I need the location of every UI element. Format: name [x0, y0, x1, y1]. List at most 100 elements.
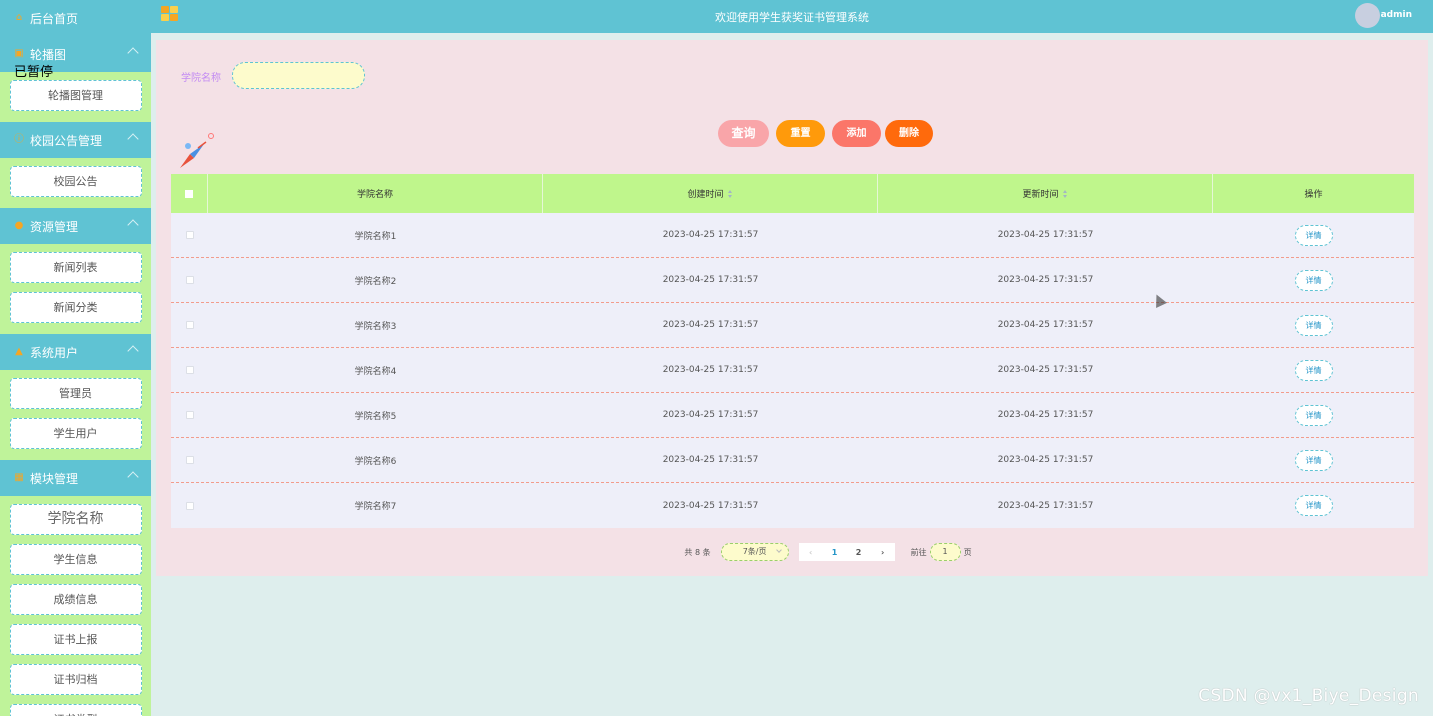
chevron-up-icon[interactable]	[127, 133, 139, 145]
select-all-checkbox[interactable]	[185, 189, 193, 198]
table-row: 学院名称3 2023-04-25 17:31:57 2023-04-25 17:31…	[171, 303, 1414, 348]
table-header: 学院名称 创建时间 更新时间 操作	[171, 174, 1414, 213]
sidebar-group-1[interactable]: ⓘ 校园公告管理	[0, 122, 151, 158]
cell-actions: 详情	[1213, 258, 1414, 302]
watermark: CSDN @vx1_Biye_Design	[1198, 686, 1419, 706]
cell-updated: 2023-04-25 17:31:57	[997, 320, 1094, 330]
sidebar-item[interactable]: 新闻分类	[9, 292, 142, 323]
add-button[interactable]: 添加	[832, 120, 881, 147]
sidebar-submenu: 新闻列表 新闻分类	[0, 244, 151, 334]
row-checkbox[interactable]	[185, 321, 194, 329]
row-checkbox[interactable]	[185, 456, 194, 464]
cell-actions: 详情	[1213, 303, 1414, 347]
column-header-actions: 操作	[1304, 190, 1323, 200]
row-select-cell	[171, 213, 208, 257]
chevron-up-icon[interactable]	[127, 219, 139, 231]
cell-updated: 2023-04-25 17:31:57	[997, 365, 1094, 375]
row-select-cell	[171, 303, 208, 347]
detail-button[interactable]: 详情	[1294, 224, 1333, 246]
table-row: 学院名称2 2023-04-25 17:31:57 2023-04-25 17:31…	[171, 258, 1414, 303]
detail-button[interactable]: 详情	[1294, 449, 1333, 471]
goto-prefix: 前往	[910, 547, 927, 557]
search-label: 学院名称	[181, 73, 221, 84]
chevron-up-icon[interactable]	[127, 345, 139, 357]
sidebar-item[interactable]: 证书上报	[9, 624, 142, 655]
sidebar-home[interactable]: ⌂ 后台首页	[0, 0, 151, 36]
prev-page-button[interactable]: ‹	[799, 548, 823, 557]
sort-icon[interactable]	[1062, 189, 1068, 198]
sidebar: ⌂ 后台首页 ▣ 轮播图 轮播图管理 ⓘ 校园公告管理 校园公告 ● 资源管理 新闻列表 新闻分类…	[0, 0, 151, 716]
sidebar-item[interactable]: 校园公告	[9, 166, 142, 197]
cell-name: 学院名称4	[354, 366, 397, 377]
detail-button[interactable]: 详情	[1294, 314, 1333, 336]
college-name-search-input[interactable]	[232, 62, 365, 89]
sidebar-group-label: 模块管理	[30, 471, 79, 486]
next-page-button[interactable]: ›	[871, 548, 895, 557]
goto-suffix: 页	[963, 547, 972, 557]
sidebar-item[interactable]: 证书类型	[9, 704, 142, 716]
sort-icon[interactable]	[727, 189, 733, 198]
cell-created: 2023-04-25 17:31:57	[662, 230, 759, 240]
avatar[interactable]	[1355, 3, 1380, 28]
table-row: 学院名称1 2023-04-25 17:31:57 2023-04-25 17:31…	[171, 213, 1414, 258]
system-title: 欢迎使用学生获奖证书管理系统	[715, 11, 869, 24]
location-icon: ●	[14, 220, 24, 231]
chevron-down-icon	[775, 547, 782, 553]
query-button[interactable]: 查询	[718, 120, 769, 147]
sidebar-group-label: 系统用户	[30, 345, 79, 360]
cell-created: 2023-04-25 17:31:57	[662, 500, 759, 511]
row-checkbox[interactable]	[185, 501, 194, 510]
row-select-cell	[171, 393, 208, 437]
cell-created: 2023-04-25 17:31:57	[662, 455, 759, 465]
delete-button[interactable]: 删除	[885, 120, 933, 147]
user-icon: ▲	[15, 346, 23, 357]
sidebar-group-2[interactable]: ● 资源管理	[0, 208, 151, 244]
cell-created: 2023-04-25 17:31:57	[662, 365, 759, 375]
column-header-updated-label: 更新时间	[1022, 190, 1059, 200]
page-2-button[interactable]: 2	[847, 548, 871, 557]
cell-updated: 2023-04-25 17:31:57	[997, 410, 1094, 420]
sidebar-group-label: 轮播图	[30, 47, 67, 62]
sidebar-item[interactable]: 管理员	[9, 378, 142, 409]
row-select-cell	[171, 483, 208, 528]
detail-button[interactable]: 详情	[1294, 269, 1333, 291]
pagination: 共 8 条 7条/页 ‹ 1 2 › 前往 1 页	[156, 543, 1428, 561]
select-all-cell	[171, 174, 208, 213]
sidebar-item[interactable]: 新闻列表	[9, 252, 142, 283]
page-1-button[interactable]: 1	[823, 548, 847, 557]
column-header-updated[interactable]: 更新时间	[878, 174, 1213, 213]
cell-actions: 详情	[1213, 483, 1414, 528]
page-list: ‹ 1 2 ›	[798, 543, 895, 561]
page-size-value: 7条/页	[742, 547, 767, 556]
sidebar-item[interactable]: 成绩信息	[9, 584, 142, 615]
sidebar-item[interactable]: 轮播图管理	[9, 80, 142, 111]
sidebar-group-3[interactable]: ▲ 系统用户	[0, 334, 151, 370]
cell-updated: 2023-04-25 17:31:57	[997, 455, 1094, 465]
cell-name: 学院名称7	[354, 502, 397, 512]
row-checkbox[interactable]	[185, 276, 194, 284]
detail-button[interactable]: 详情	[1294, 495, 1333, 516]
username[interactable]: admin	[1381, 10, 1412, 20]
detail-button[interactable]: 详情	[1294, 404, 1333, 426]
reset-button[interactable]: 重置	[776, 120, 825, 147]
table-row: 学院名称6 2023-04-25 17:31:57 2023-04-25 17:31…	[171, 438, 1414, 483]
row-checkbox[interactable]	[185, 231, 194, 239]
page-size-select[interactable]: 7条/页	[720, 543, 789, 561]
sidebar-item[interactable]: 证书归档	[9, 664, 142, 695]
sidebar-group-label: 资源管理	[30, 219, 79, 234]
chevron-up-icon[interactable]	[127, 471, 139, 483]
grid-icon: ▦	[14, 472, 24, 483]
row-checkbox[interactable]	[185, 411, 194, 419]
goto-page-input[interactable]: 1	[929, 543, 961, 561]
cell-updated: 2023-04-25 17:31:57	[997, 230, 1094, 240]
row-checkbox[interactable]	[185, 366, 194, 374]
table-row: 学院名称4 2023-04-25 17:31:57 2023-04-25 17:31…	[171, 348, 1414, 393]
sidebar-item[interactable]: 学生用户	[9, 418, 142, 449]
column-header-created[interactable]: 创建时间	[543, 174, 878, 213]
sidebar-item[interactable]: 学生信息	[9, 544, 142, 575]
sidebar-item[interactable]: 学院名称	[9, 504, 142, 535]
sidebar-group-4[interactable]: ▦ 模块管理	[0, 460, 151, 496]
detail-button[interactable]: 详情	[1294, 359, 1333, 381]
top-header: 欢迎使用学生获奖证书管理系统 admin	[151, 0, 1433, 33]
chevron-up-icon[interactable]	[127, 47, 139, 59]
